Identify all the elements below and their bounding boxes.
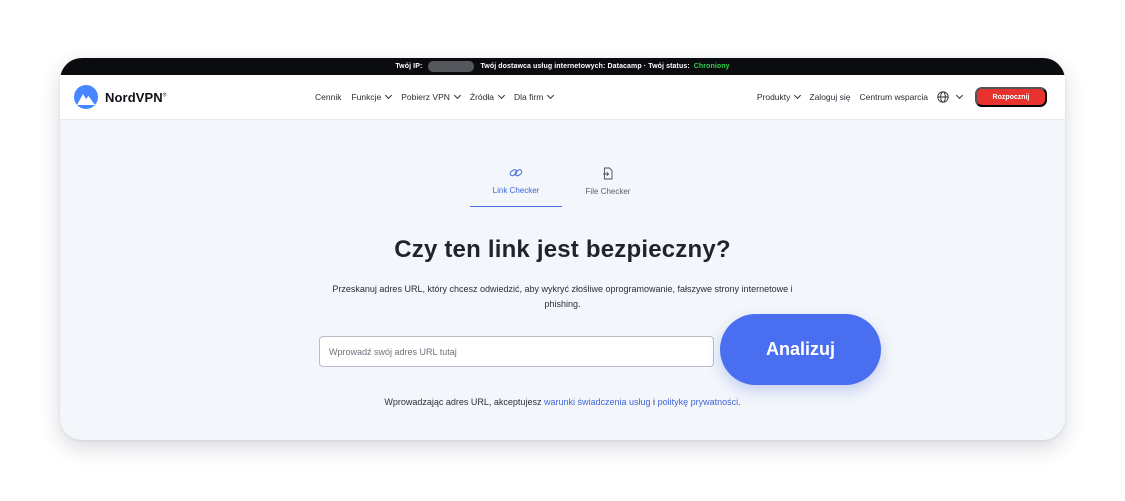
chevron-down-icon (955, 91, 964, 100)
terms-of-service-link[interactable]: warunki świadczenia usług (544, 397, 651, 407)
status-badge: Chroniony (693, 63, 730, 70)
url-input[interactable] (319, 336, 714, 367)
brand-label: NordVPN (105, 89, 163, 105)
globe-icon (937, 91, 949, 103)
nav-pobierz-label: Pobierz VPN (401, 92, 450, 102)
page-subtitle: Przeskanuj adres URL, który chcesz odwie… (332, 284, 793, 309)
brand-name: NordVPN® (105, 89, 167, 105)
nav-produkty-label: Produkty (756, 92, 791, 102)
navbar: NordVPN® Cennik Funkcje Pobierz VPN Źród… (60, 75, 1065, 120)
tab-file-checker[interactable]: File Checker (562, 163, 654, 207)
analyze-button[interactable]: Analizuj (720, 314, 881, 385)
file-icon (603, 167, 613, 180)
page-title: Czy ten link jest bezpieczny? (394, 236, 731, 263)
tab-link-checker[interactable]: Link Checker (470, 163, 562, 207)
terms-prefix: Wprowadzając adres URL, akceptujesz (384, 397, 542, 407)
logo[interactable]: NordVPN® (74, 85, 274, 109)
nav-dla-firm[interactable]: Dla firm (514, 91, 555, 102)
start-button[interactable]: Rozpocznij (975, 87, 1047, 107)
nav-dla-firm-label: Dla firm (514, 92, 544, 102)
page-card: Twój IP: Twój dostawca usług internetowy… (60, 58, 1065, 440)
isp-text: Twój dostawca usług internetowych: Datac… (480, 63, 690, 70)
language-selector[interactable] (937, 91, 964, 103)
ip-mask (428, 61, 475, 72)
chevron-down-icon (453, 91, 461, 100)
chevron-down-icon (497, 91, 506, 100)
tab-link-checker-label: Link Checker (492, 186, 540, 195)
ip-label: Twój IP: (395, 63, 423, 70)
nav-zrodla[interactable]: Źródła (469, 91, 506, 102)
nav-zrodla-label: Źródła (469, 92, 494, 102)
nav-main: Cennik Funkcje Pobierz VPN Źródła Dla fi… (315, 91, 555, 102)
ip-status-bar: Twój IP: Twój dostawca usług internetowy… (60, 58, 1065, 75)
nav-cennik[interactable]: Cennik (315, 92, 341, 102)
tab-file-checker-label: File Checker (585, 187, 631, 196)
privacy-policy-link[interactable]: politykę prywatności (658, 397, 739, 407)
chevron-down-icon (385, 91, 393, 100)
support-link[interactable]: Centrum wsparcia (860, 92, 929, 102)
login-link[interactable]: Zaloguj się (809, 92, 850, 102)
chevron-down-icon (794, 91, 802, 100)
nav-funkcje[interactable]: Funkcje (351, 91, 393, 102)
nordvpn-logo-icon (74, 85, 98, 109)
nav-produkty[interactable]: Produkty (756, 91, 802, 102)
terms-suffix: . (738, 397, 741, 407)
checker-tabs: Link Checker File Checker (470, 163, 654, 207)
nav-right: Produkty Zaloguj się Centrum wsparcia Ro… (757, 87, 1047, 107)
terms-middle: i (653, 397, 656, 407)
nav-cennik-label: Cennik (315, 92, 342, 102)
nav-funkcje-label: Funkcje (351, 92, 382, 102)
chevron-down-icon (547, 91, 555, 100)
terms-notice: Wprowadzając adres URL, akceptujesz waru… (60, 397, 1065, 407)
link-icon (509, 169, 523, 177)
nav-pobierz-vpn[interactable]: Pobierz VPN (401, 91, 461, 102)
